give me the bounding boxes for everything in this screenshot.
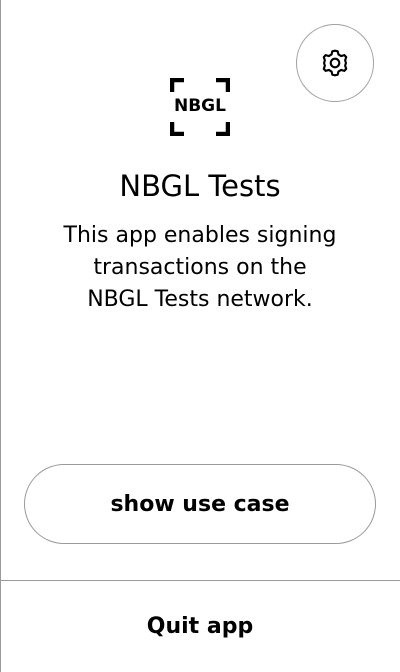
screen-left-edge [0, 0, 1, 672]
show-use-case-button[interactable]: show use case [24, 464, 376, 544]
app-title: NBGL Tests [119, 169, 281, 203]
gear-icon [319, 47, 351, 79]
app-description-line: transactions on the [93, 255, 307, 280]
app-description-line: NBGL Tests network. [87, 287, 313, 312]
app-description: This app enables signing transactions on… [30, 220, 370, 316]
app-logo: NBGL [170, 78, 230, 136]
quit-app-button[interactable]: Quit app [0, 581, 400, 672]
app-logo-text: NBGL [174, 96, 226, 116]
settings-button[interactable] [296, 24, 374, 102]
app-description-line: This app enables signing [63, 223, 337, 248]
